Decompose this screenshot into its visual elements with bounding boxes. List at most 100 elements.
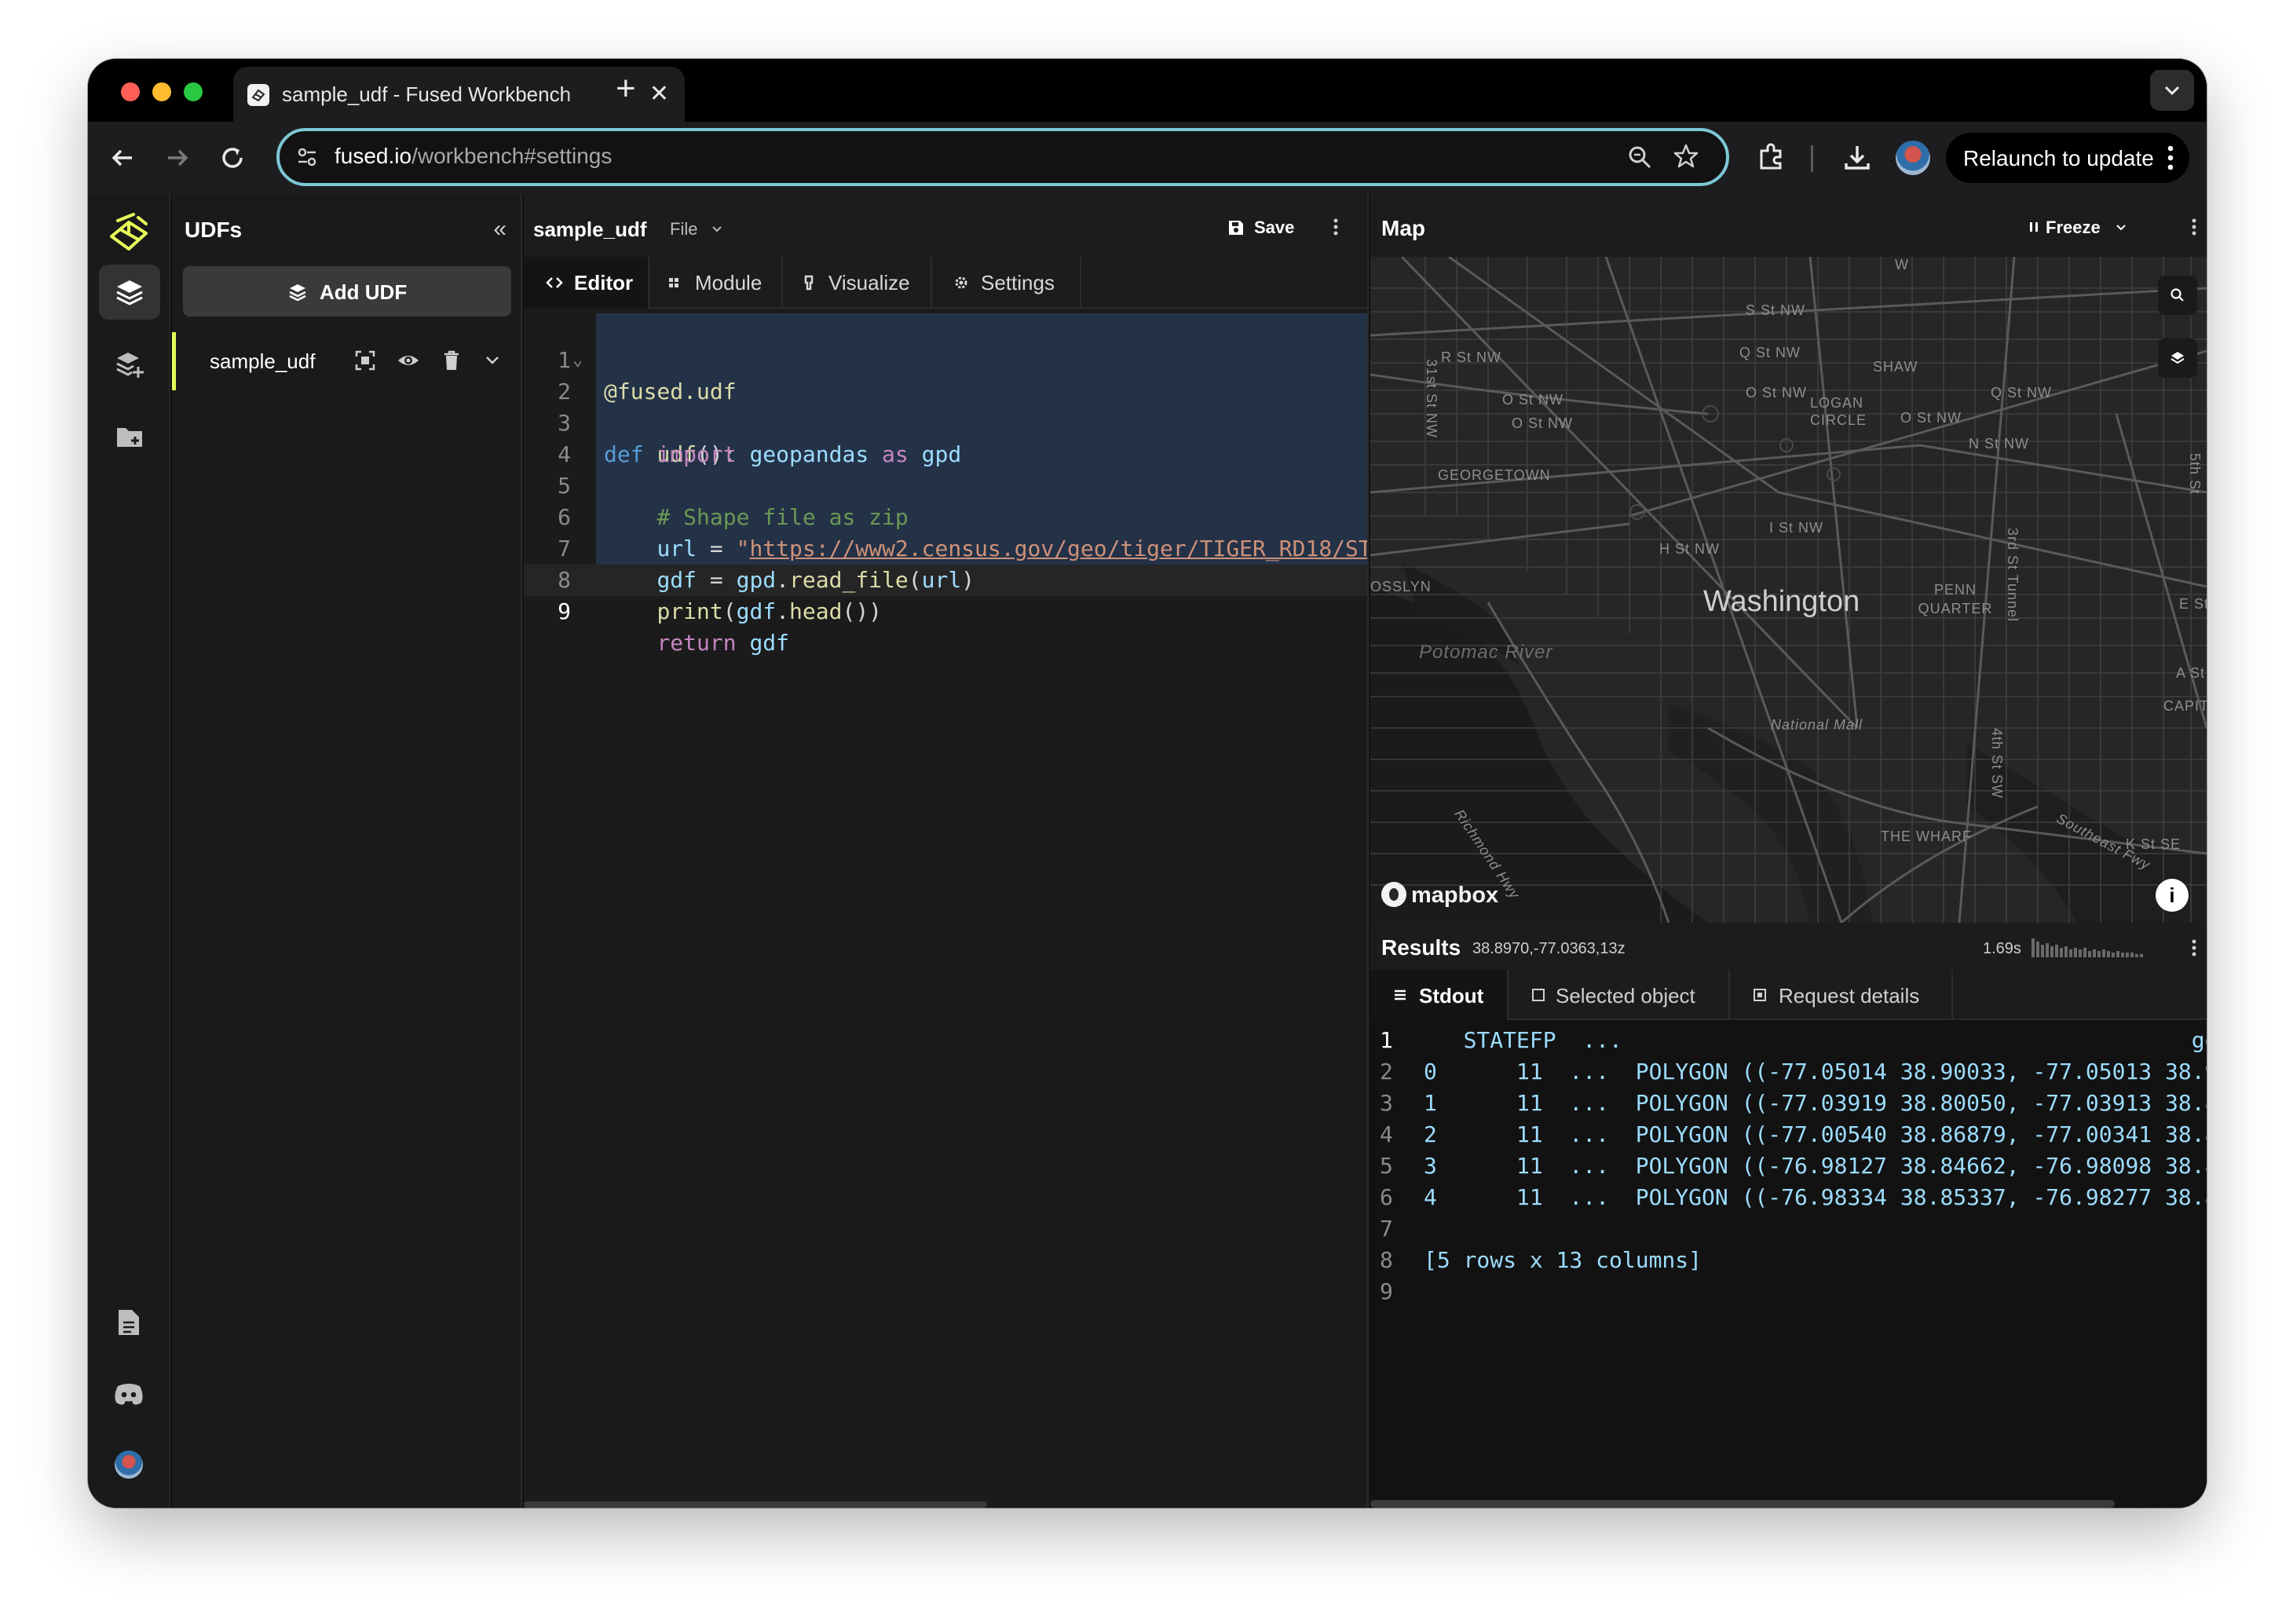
tab-visualize[interactable]: Visualize (783, 257, 932, 309)
chevron-down-icon (2164, 86, 2180, 96)
more-vertical-icon[interactable] (2191, 938, 2197, 957)
udf-list-item[interactable]: sample_udf (172, 332, 522, 390)
toolbar-divider (1811, 145, 1813, 172)
download-icon[interactable] (1841, 141, 1873, 173)
minimize-window-button[interactable] (152, 82, 171, 101)
url-host: fused.io (335, 144, 412, 168)
user-avatar[interactable] (115, 1450, 143, 1479)
code-editor-panel: sample_udf File Save Editor Module Visua… (524, 194, 1369, 1508)
more-vertical-icon[interactable] (1333, 218, 1339, 236)
map-label: I St NW (1769, 520, 1823, 536)
reload-icon[interactable] (218, 144, 247, 172)
code-area[interactable]: 1 @fused.udf 2 ⌄ def udf(): 3 import geo… (524, 309, 1367, 1508)
map-label-water: Potomac River (1419, 642, 1553, 663)
extensions-icon[interactable] (1755, 141, 1786, 173)
address-bar[interactable]: fused.io/workbench#settings (276, 128, 1729, 186)
more-vertical-icon[interactable] (2191, 218, 2197, 236)
gear-icon (955, 276, 967, 289)
back-icon[interactable] (108, 144, 137, 172)
new-tab-button[interactable]: + (616, 71, 636, 106)
add-folder-icon[interactable] (115, 422, 144, 452)
output-text: [5 rows x 13 columns] (1424, 1247, 1702, 1273)
close-window-button[interactable] (121, 82, 140, 101)
udf-panel-title: UDFs (185, 218, 243, 242)
left-rail (88, 194, 170, 1508)
add-udf-label: Add UDF (320, 280, 408, 304)
zoom-icon[interactable] (1627, 144, 1652, 170)
brush-icon (804, 275, 814, 291)
output-line: 6 4 11 ... POLYGON ((-76.98334 38.85337, … (1370, 1182, 2207, 1213)
tab-module[interactable]: Module (649, 257, 783, 309)
zoom-window-button[interactable] (184, 82, 203, 101)
tab-title: sample_udf - Fused Workbench (282, 82, 572, 106)
method: head (789, 598, 843, 624)
tab-settings[interactable]: Settings (932, 257, 1081, 309)
editor-scrollbar[interactable] (524, 1501, 987, 1508)
bookmark-star-icon[interactable] (1673, 143, 1699, 170)
tab-stdout[interactable]: Stdout (1370, 970, 1509, 1020)
focus-icon[interactable] (354, 349, 376, 371)
fused-logo-icon[interactable] (107, 211, 151, 255)
tab-visualize-label: Visualize (828, 271, 910, 294)
attribution-info-icon[interactable]: i (2156, 879, 2189, 912)
map-layers-button[interactable] (2158, 338, 2197, 378)
output-line: 2 0 11 ... POLYGON ((-77.05014 38.90033, … (1370, 1056, 2207, 1088)
output-line: 8 [5 rows x 13 columns] (1370, 1245, 2207, 1276)
line-number: 3 (1380, 1090, 1393, 1116)
code-line: 9 return gdf (524, 565, 1367, 656)
chevron-down-icon[interactable] (485, 354, 500, 367)
close-tab-icon[interactable]: ✕ (649, 82, 669, 106)
tab-editor[interactable]: Editor (524, 257, 649, 309)
collapse-panel-icon[interactable]: « (493, 216, 507, 243)
tab-request-details[interactable]: Request details (1730, 970, 1953, 1020)
site-settings-icon[interactable] (295, 145, 319, 169)
layers-icon[interactable] (115, 277, 144, 307)
trash-icon[interactable] (442, 349, 461, 371)
eye-icon[interactable] (397, 349, 420, 371)
freeze-label: Freeze (2046, 218, 2101, 237)
map-label: H St NW (1659, 541, 1720, 557)
udf-item-name: sample_udf (210, 349, 316, 373)
add-udf-button[interactable]: Add UDF (183, 266, 511, 316)
punctuation: ( (722, 598, 737, 624)
stdout-output[interactable]: 1 STATEFP ... geometry 2 0 11 ... POLYGON… (1370, 1020, 2207, 1508)
output-text: 1 11 ... POLYGON ((-77.03919 38.80050, -… (1424, 1090, 2207, 1116)
output-line: 3 1 11 ... POLYGON ((-77.03919 38.80050, … (1370, 1088, 2207, 1119)
results-header: Results 38.8970,-77.0363,13z 1.69s (1370, 923, 2207, 970)
save-label: Save (1254, 218, 1295, 237)
line-number: 8 (1380, 1247, 1393, 1273)
code-line: 1 @fused.udf (524, 313, 1367, 404)
save-button[interactable]: Save (1229, 218, 1295, 238)
map-label: LOGAN CIRCLE (1810, 395, 1867, 428)
output-text: STATEFP ... geometry (1463, 1027, 2207, 1053)
map-label: PENN QUARTER (1918, 582, 1993, 616)
relaunch-button[interactable]: Relaunch to update (1946, 133, 2189, 183)
code-line: 5 # Shape file as zip (524, 439, 1367, 530)
map-search-button[interactable] (2158, 276, 2197, 315)
docs-icon[interactable] (115, 1308, 143, 1337)
profile-avatar[interactable] (1896, 141, 1930, 175)
output-text: 4 11 ... POLYGON ((-76.98334 38.85337, -… (1424, 1184, 2207, 1210)
url-path: /workbench#settings (411, 144, 613, 168)
tab-search-button[interactable] (2150, 70, 2194, 111)
forward-icon[interactable] (163, 144, 192, 172)
tab-request-details-label: Request details (1779, 984, 1920, 1008)
map-label: GEORGETOWN (1438, 467, 1551, 483)
map-results-panel: Map Freeze R St NW O St NW O St NW S St … (1370, 194, 2207, 1508)
tab-editor-label: Editor (574, 271, 634, 294)
add-layer-icon[interactable] (115, 349, 144, 379)
output-scrollbar[interactable] (1370, 1500, 2115, 1508)
editor-tabs: Editor Module Visualize Settings (524, 257, 1367, 309)
freeze-button[interactable]: Freeze (2028, 218, 2127, 238)
fold-chevron-icon[interactable]: ⌄ (572, 345, 583, 376)
file-menu[interactable]: File (670, 219, 723, 240)
map-canvas[interactable]: R St NW O St NW O St NW S St NW Q St NW … (1370, 257, 2207, 923)
discord-icon[interactable] (113, 1381, 144, 1406)
active-indicator (172, 332, 176, 390)
variable: gdf (749, 630, 790, 656)
udf-name-title[interactable]: sample_udf (533, 218, 647, 242)
mapbox-wordmark: mapbox (1411, 883, 1499, 908)
tab-selected-object[interactable]: Selected object (1509, 970, 1730, 1020)
map-label: R St NW (1441, 349, 1501, 365)
mapbox-logo: mapbox (1381, 882, 1498, 909)
